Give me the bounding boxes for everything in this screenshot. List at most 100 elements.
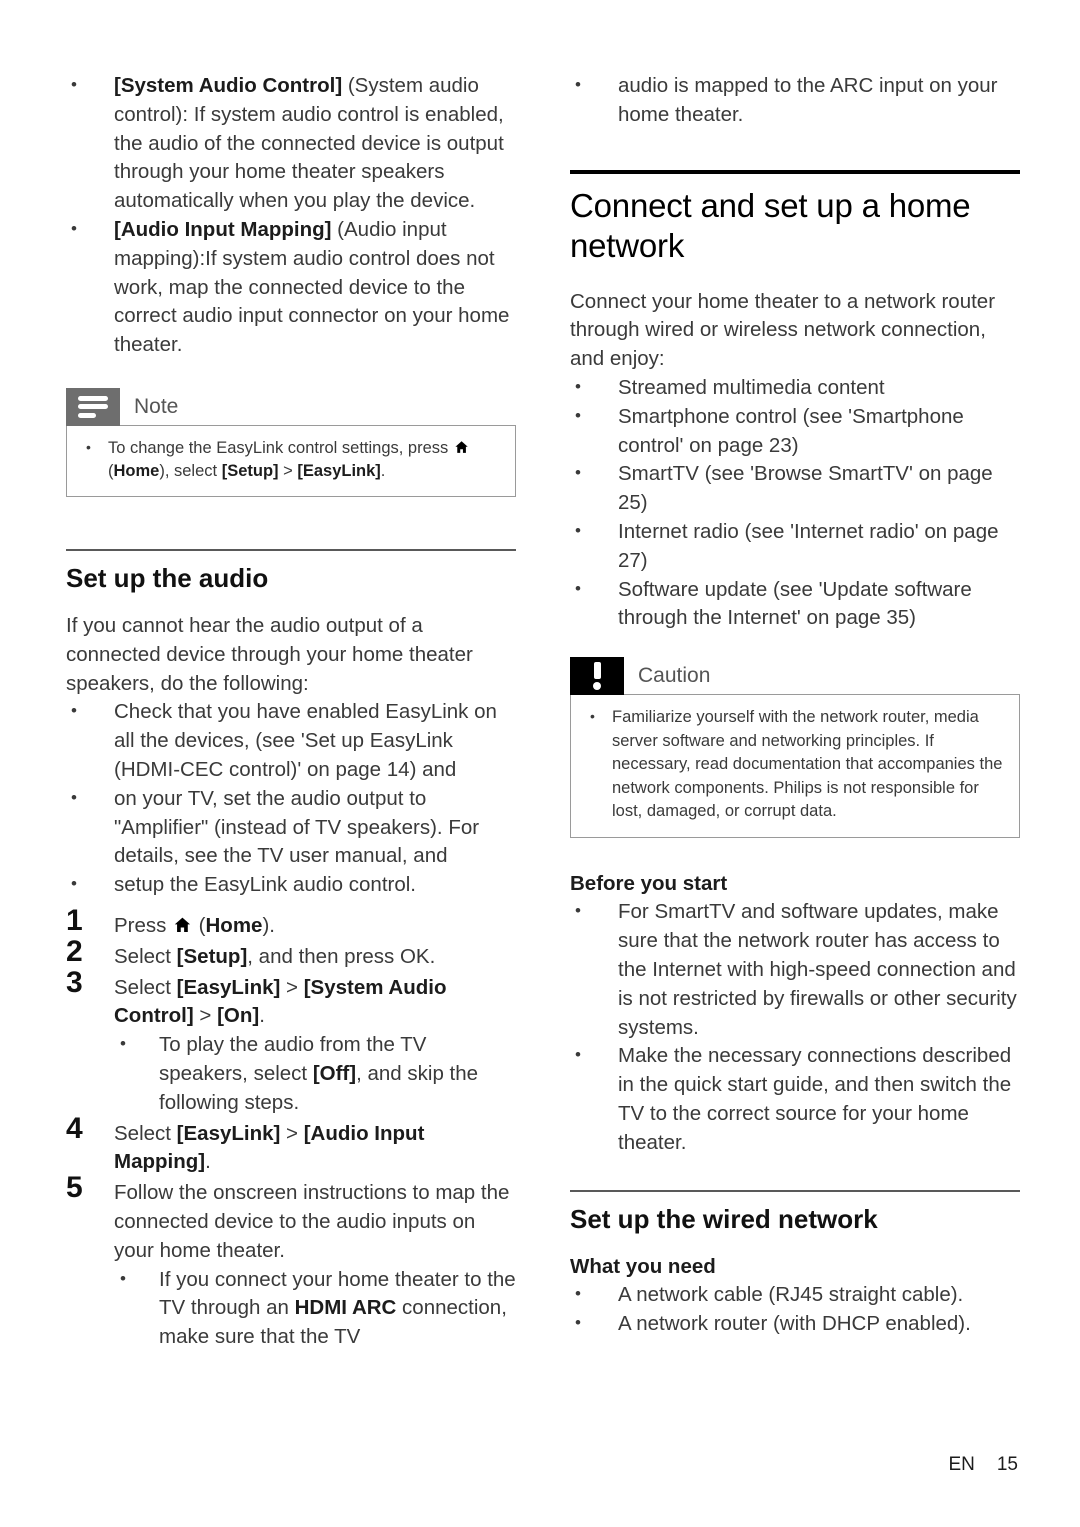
caution-label: Caution (638, 664, 711, 688)
step-bold-token-1: [EasyLink] (176, 975, 281, 999)
note-text-end: . (380, 461, 386, 480)
subbullet-bold-token: [Off] (312, 1061, 357, 1085)
section-rule (66, 548, 516, 551)
list-item: SmartTV (see 'Browse SmartTV' on page 25… (570, 459, 1020, 518)
what-you-need-list: A network cable (RJ45 straight cable). A… (570, 1280, 1020, 1339)
list-item: For SmartTV and software updates, make s… (570, 897, 1020, 1042)
note-lines-icon-bars (78, 392, 108, 421)
step-text: Select [Setup], and then press OK. (114, 943, 516, 972)
manual-page: [System Audio Control] (System audio con… (0, 0, 1080, 1527)
exclamation-icon (570, 657, 624, 696)
step-text: Select [EasyLink] > [Audio Input Mapping… (114, 1120, 516, 1178)
exclamation-glyph (593, 661, 601, 691)
note-home-word: Home (113, 461, 160, 480)
continuation-span: audio is mapped to the ARC input on your… (618, 74, 998, 126)
list-item: on your TV, set the audio output to "Amp… (66, 784, 516, 871)
list-item: Software update (see 'Update software th… (570, 575, 1020, 634)
step-number: 3 (66, 965, 83, 999)
step-suffix: . (259, 1004, 265, 1028)
network-feature-list: Streamed multimedia content Smartphone c… (570, 373, 1020, 634)
step-bold-token-3: [On] (217, 1004, 260, 1028)
option-name: [Audio Input Mapping] (114, 217, 332, 241)
home-icon (454, 440, 469, 454)
network-intro-paragraph: Connect your home theater to a network r… (570, 289, 996, 371)
list-item: Familiarize yourself with the network ro… (585, 705, 1005, 824)
chapter-rule (570, 169, 1020, 174)
note-line-1 (78, 395, 108, 401)
note-lines-icon (66, 387, 120, 426)
before-you-start-heading: Before you start (570, 871, 728, 895)
note-text-c: ), select (159, 461, 222, 480)
list-item: A network cable (RJ45 straight cable). (570, 1280, 1020, 1310)
step-middle: ( (192, 913, 206, 937)
step-number: 2 (66, 934, 83, 968)
step-number: 1 (66, 903, 83, 937)
note-callout: Note To change the EasyLink control sett… (66, 387, 516, 497)
step-3-subbullets: To play the audio from the TV speakers, … (114, 1030, 516, 1117)
section-heading-set-up-the-wired-network: Set up the wired network (570, 1203, 878, 1234)
note-sep: > (278, 461, 298, 480)
step-bold-token: Home (205, 913, 263, 937)
step-text: Select [EasyLink] > [System Audio Contro… (114, 974, 516, 1032)
note-bullet-list: To change the EasyLink control settings,… (81, 436, 501, 483)
step-sep-2: > (193, 1004, 218, 1028)
step-bold-token-1: [EasyLink] (176, 1121, 281, 1145)
list-item: A network router (with DHCP enabled). (570, 1309, 1020, 1339)
step-5: 5 Follow the onscreen instructions to ma… (66, 1171, 516, 1352)
list-item: To change the EasyLink control settings,… (81, 436, 501, 483)
step-suffix: ). (262, 913, 275, 937)
what-you-need-heading: What you need (570, 1254, 716, 1278)
list-item: setup the EasyLink audio control. (66, 870, 516, 900)
step-1: 1 Press (Home). (66, 904, 516, 941)
step-4: 4 Select [EasyLink] > [Audio Input Mappi… (66, 1112, 516, 1178)
caution-bullet-list: Familiarize yourself with the network ro… (585, 705, 1005, 824)
caution-callout-header: Caution (570, 657, 1020, 696)
note-easylink-token: [EasyLink] (297, 461, 381, 480)
note-text-a: To change the EasyLink control settings,… (108, 438, 453, 457)
exclamation-dot (593, 682, 601, 691)
continuation-text: audio is mapped to the ARC input on your… (570, 71, 1020, 130)
step-prefix: Select (114, 975, 177, 999)
step-sep-1: > (280, 1121, 304, 1145)
list-item: If you connect your home theater to the … (114, 1264, 516, 1352)
page-footer: EN 15 (948, 1453, 1018, 1477)
list-item: [System Audio Control] (System audio con… (66, 71, 516, 216)
step-number: 4 (66, 1111, 83, 1145)
note-line-3 (78, 412, 96, 418)
footer-page-number: 15 (996, 1454, 1018, 1475)
note-body: To change the EasyLink control settings,… (66, 424, 516, 497)
step-prefix: Select (114, 1121, 177, 1145)
footer-language: EN (948, 1454, 975, 1475)
list-item: To play the audio from the TV speakers, … (114, 1030, 516, 1117)
step-3: 3 Select [EasyLink] > [System Audio Cont… (66, 966, 516, 1118)
audio-setup-steps: 1 Press (Home). 2 Select [Setup], and th… (66, 904, 516, 1352)
page-title: Connect and set up a home network (570, 186, 971, 264)
easylink-options-list: [System Audio Control] (System audio con… (66, 71, 516, 360)
home-icon (173, 916, 192, 934)
step-text: Follow the onscreen instructions to map … (114, 1181, 510, 1262)
list-item: Check that you have enabled EasyLink on … (66, 697, 516, 784)
section-rule (570, 1189, 1020, 1192)
before-you-start-list: For SmartTV and software updates, make s… (570, 897, 1020, 1157)
note-label: Note (134, 394, 179, 418)
exclamation-bar (593, 661, 601, 679)
step-2: 2 Select [Setup], and then press OK. (66, 935, 516, 972)
section-heading-set-up-the-audio: Set up the audio (66, 562, 269, 593)
list-item: [Audio Input Mapping] (Audio input mappi… (66, 215, 516, 360)
step-suffix: , and then press OK. (247, 944, 436, 968)
note-setup-token: [Setup] (221, 461, 279, 480)
right-column: audio is mapped to the ARC input on your… (570, 71, 1020, 1339)
list-item: Streamed multimedia content (570, 373, 1020, 403)
step-prefix: Select (114, 944, 177, 968)
audio-checklist: Check that you have enabled EasyLink on … (66, 697, 516, 900)
step-number: 5 (66, 1171, 83, 1205)
caution-body: Familiarize yourself with the network ro… (570, 694, 1020, 838)
step-prefix: Press (114, 913, 173, 937)
